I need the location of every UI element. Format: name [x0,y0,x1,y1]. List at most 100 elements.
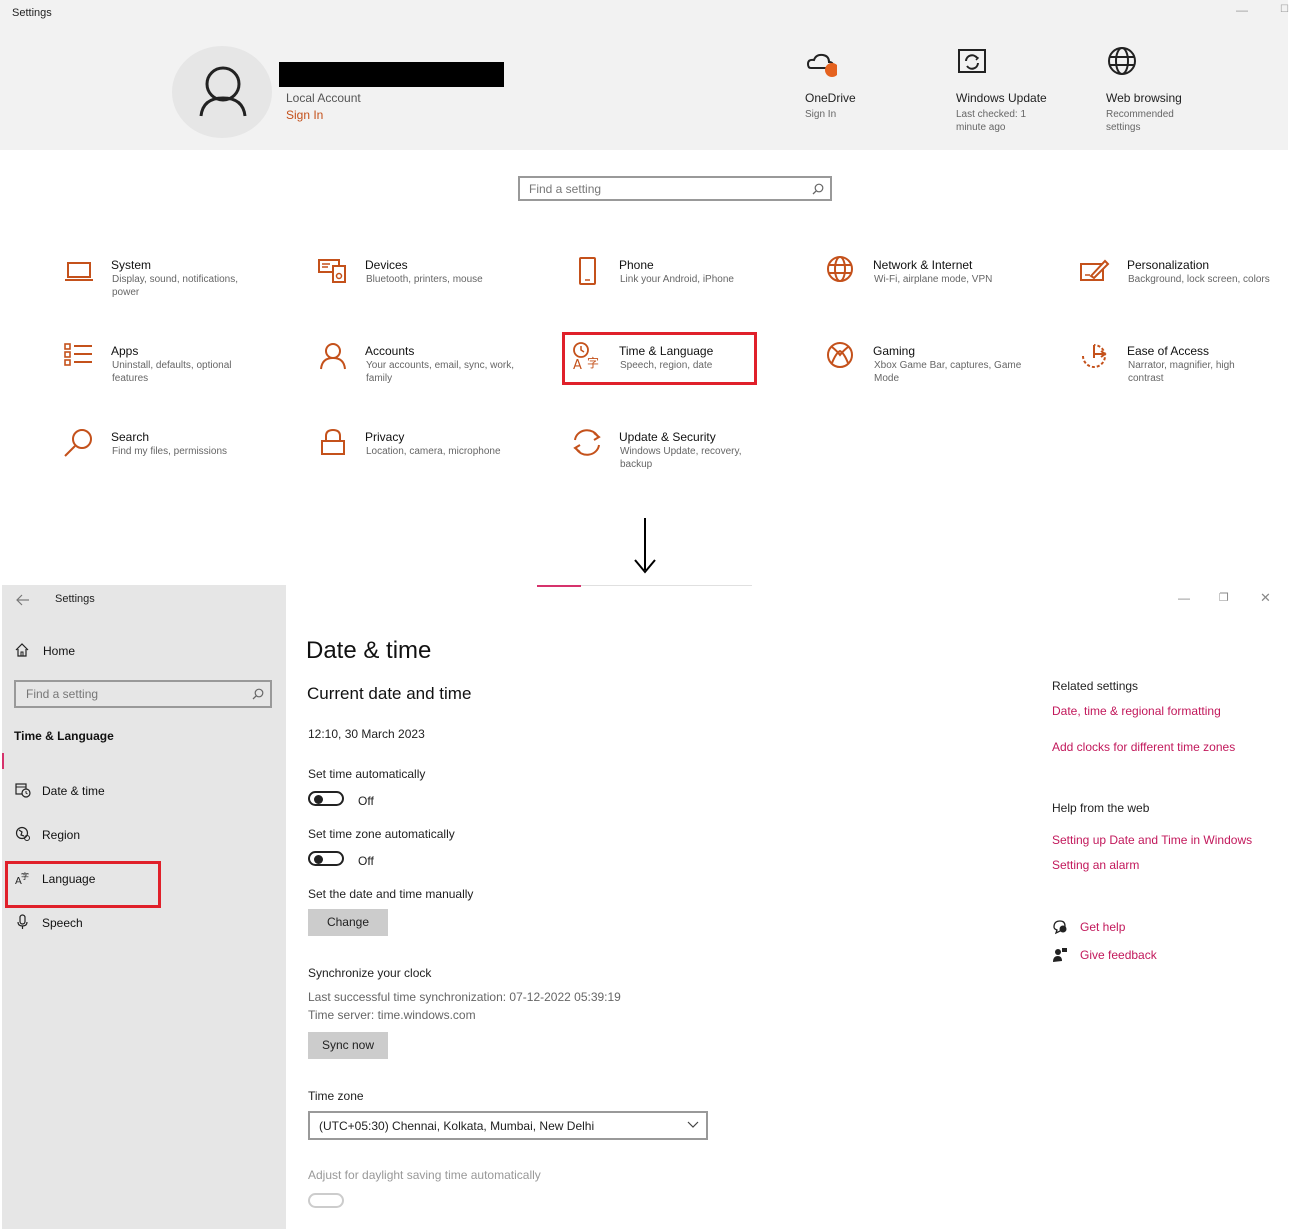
apps-icon [64,343,92,366]
category-update-security[interactable]: Update & Security Windows Update, recove… [571,428,821,488]
windows-update-icon [958,49,986,73]
category-gaming[interactable]: Gaming Xbox Game Bar, captures, Game Mod… [825,342,1075,402]
highlight-time-language [562,332,757,385]
sync-now-button[interactable]: Sync now [308,1032,388,1059]
maximize-button[interactable]: ☐ [1280,4,1289,15]
dst-toggle[interactable] [308,1193,344,1208]
sync-server: Time server: time.windows.com [308,1008,476,1022]
category-title: Apps [111,344,139,358]
devices-icon [318,259,346,283]
related-settings-heading: Related settings [1052,679,1139,693]
category-devices[interactable]: Devices Bluetooth, printers, mouse [317,256,567,316]
category-accounts[interactable]: Accounts Your accounts, email, sync, wor… [317,342,567,402]
set-tz-auto-toggle[interactable] [308,851,344,866]
laptop-icon [65,262,93,281]
change-button[interactable]: Change [308,909,388,936]
sign-in-link[interactable]: Sign In [286,108,323,122]
category-apps[interactable]: Apps Uninstall, defaults, optional featu… [63,342,313,402]
category-desc: Display, sound, notifications, power [112,274,238,298]
windows-update-title: Windows Update [956,91,1047,105]
back-arrow-icon[interactable] [15,593,31,607]
lock-icon [321,428,345,455]
onedrive-sub: Sign In [805,109,837,120]
link-add-clocks[interactable]: Add clocks for different time zones [1052,740,1235,754]
minimize-button[interactable]: — [1178,591,1190,605]
sidebar-search-input[interactable]: Find a setting [14,680,272,708]
category-title: Phone [619,258,654,272]
category-desc: Wi-Fi, airplane mode, VPN [874,274,993,285]
category-title: System [111,258,152,272]
dst-label: Adjust for daylight saving time automati… [308,1168,541,1182]
category-desc: Xbox Game Bar, captures, Game Mode [874,360,1022,384]
get-help-link[interactable]: Get help [1080,920,1125,934]
web-browsing-title: Web browsing [1106,91,1182,105]
sidebar-item-date-time[interactable]: Date & time [42,784,105,798]
page-title: Date & time [306,637,432,664]
search-icon [64,429,92,457]
web-browsing-tile[interactable] [1106,45,1138,77]
redacted-account-name [279,62,504,87]
category-title: Ease of Access [1127,344,1210,358]
category-title: Network & Internet [873,258,973,272]
onedrive-icon [806,53,837,77]
give-feedback-link[interactable]: Give feedback [1080,948,1157,962]
sync-last: Last successful time synchronization: 07… [308,990,621,1004]
category-desc: Location, camera, microphone [366,446,501,457]
accounts-icon [320,343,346,370]
get-help-icon [1053,920,1067,935]
sidebar-section-title: Time & Language [14,729,114,743]
onedrive-tile[interactable] [805,48,837,80]
xbox-icon [827,342,853,368]
category-desc: Uninstall, defaults, optional features [112,360,232,384]
highlight-language [5,861,161,908]
web-browsing-icon [1108,47,1136,75]
toggle-knob [314,855,323,864]
search-input[interactable]: Find a setting [518,176,832,201]
sync-label: Synchronize your clock [308,966,432,980]
category-privacy[interactable]: Privacy Location, camera, microphone [317,428,567,488]
close-button[interactable]: ✕ [1260,590,1271,606]
category-system[interactable]: System Display, sound, notifications, po… [63,256,313,316]
onedrive-title: OneDrive [805,91,856,105]
category-desc: Link your Android, iPhone [620,274,734,285]
sidebar-item-region[interactable]: Region [42,828,80,842]
category-network[interactable]: Network & Internet Wi-Fi, airplane mode,… [825,256,1075,316]
window-title: Settings [12,7,52,19]
link-date-time-regional-formatting[interactable]: Date, time & regional formatting [1052,704,1221,718]
web-browsing-sub: Recommended settings [1106,109,1174,133]
category-search[interactable]: Search Find my files, permissions [63,428,313,488]
category-ease-of-access[interactable]: Ease of Access Narrator, magnifier, high… [1079,342,1289,402]
set-time-auto-toggle[interactable] [308,791,344,806]
settings-home-window: Settings — ☐ Local Account Sign In OneDr… [0,0,1305,500]
avatar[interactable] [172,46,272,138]
search-placeholder: Find a setting [529,182,602,196]
category-phone[interactable]: Phone Link your Android, iPhone [571,256,821,316]
category-title: Personalization [1127,258,1210,272]
category-personalization[interactable]: Personalization Background, lock screen,… [1079,256,1289,316]
restore-button[interactable]: ❐ [1219,591,1229,604]
search-icon [812,183,824,195]
loading-indicator [537,585,581,587]
search-placeholder: Find a setting [26,687,99,701]
windows-update-tile[interactable] [956,46,988,78]
update-icon [573,429,601,456]
category-title: Gaming [873,344,916,358]
phone-icon [579,257,596,285]
category-title: Devices [365,258,408,272]
minimize-button[interactable]: — [1236,3,1248,17]
link-setting-alarm[interactable]: Setting an alarm [1052,858,1139,872]
timezone-select[interactable]: (UTC+05:30) Chennai, Kolkata, Mumbai, Ne… [308,1111,708,1140]
globe-icon [827,256,853,282]
windows-update-sub: Last checked: 1 minute ago [956,109,1027,133]
category-desc: Windows Update, recovery, backup [620,446,742,470]
section-title: Current date and time [307,684,472,703]
category-desc: Narrator, magnifier, high contrast [1128,360,1235,384]
selection-accent [2,753,4,769]
ease-of-access-icon [1082,344,1107,368]
region-icon [15,826,30,841]
user-icon [199,66,247,117]
sidebar-home[interactable]: Home [43,644,75,658]
date-time-window: Settings Home Find a setting Time & Lang… [2,585,1305,1229]
sidebar-item-speech[interactable]: Speech [42,916,83,930]
link-setting-up-date-time[interactable]: Setting up Date and Time in Windows [1052,833,1252,847]
